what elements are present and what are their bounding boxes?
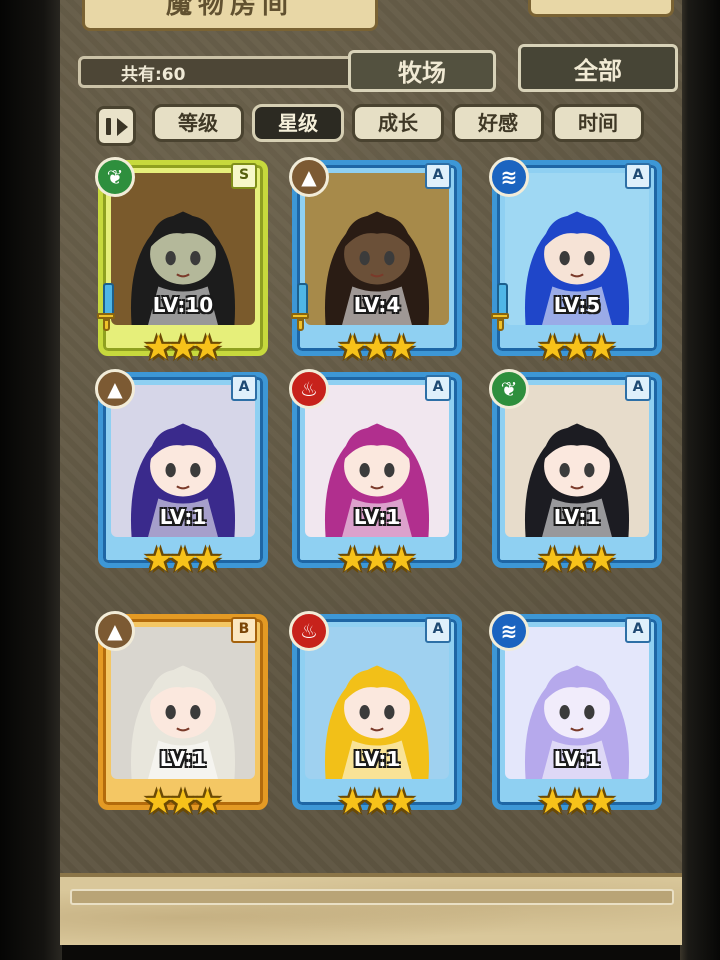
rank-badge: A [625,617,651,643]
star-icon: ★ [192,782,223,822]
flame-icon: ♨ [289,369,329,409]
tab-ranch[interactable]: 牧场 [348,50,496,92]
monster-card[interactable]: A ≋ LV:1 ★★★ [489,611,662,819]
star-rating: ★★★ [297,331,457,365]
monster-room-screen: 魔物房间 共有:60 牧场 全部 等级 星级 成长 好感 时间 S ❦ LV:10 ★… [60,0,682,945]
bottom-frame [60,873,682,945]
level-label: LV:1 [159,505,207,529]
monster-card[interactable]: A ❦ LV:1 ★★★ [489,369,662,577]
monster-count: 共有:60 [78,56,368,88]
flame-icon: ♨ [289,611,329,651]
star-rating: ★★★ [103,331,263,365]
wave-icon: ≋ [489,157,529,197]
level-label: LV:5 [553,293,601,317]
rank-badge: A [425,375,451,401]
top-right-banner [528,0,674,17]
star-icon: ★ [586,540,617,580]
star-rating: ★★★ [297,785,457,819]
level-label: LV:1 [553,505,601,529]
star-icon: ★ [586,782,617,822]
level-label: LV:1 [553,747,601,771]
monster-card[interactable]: A ▲ LV:1 ★★★ [95,369,268,577]
sort-star-button[interactable]: 星级 [252,104,344,142]
mountain-icon: ▲ [95,611,135,651]
star-icon: ★ [192,540,223,580]
page-title: 魔物房间 [82,0,378,31]
device-bezel-left [0,0,62,960]
star-rating: ★★★ [497,785,657,819]
mountain-icon: ▲ [95,369,135,409]
tab-all[interactable]: 全部 [518,44,678,92]
sort-bar: 等级 星级 成长 好感 时间 [94,98,679,150]
rank-badge: S [231,163,257,189]
sort-affection-button[interactable]: 好感 [452,104,544,142]
level-label: LV:4 [353,293,401,317]
header-row: 共有:60 牧场 全部 [78,44,678,98]
wave-icon: ≋ [489,611,529,651]
monster-card[interactable]: A ♨ LV:1 ★★★ [289,369,462,577]
star-rating: ★★★ [103,543,263,577]
monster-card[interactable]: A ▲ LV:4 ★★★ [289,157,462,365]
rank-badge: A [425,163,451,189]
star-rating: ★★★ [497,543,657,577]
level-label: LV:1 [353,747,401,771]
level-label: LV:10 [152,293,214,317]
rank-badge: A [625,163,651,189]
bottom-rail [70,889,674,905]
rank-badge: A [425,617,451,643]
rank-badge: A [231,375,257,401]
level-label: LV:1 [353,505,401,529]
star-icon: ★ [386,328,417,368]
leaf-icon: ❦ [489,369,529,409]
star-icon: ★ [386,540,417,580]
sort-growth-button[interactable]: 成长 [352,104,444,142]
device-bezel-right [680,0,720,960]
star-icon: ★ [586,328,617,368]
monster-card[interactable]: A ♨ LV:1 ★★★ [289,611,462,819]
sort-level-button[interactable]: 等级 [152,104,244,142]
level-label: LV:1 [159,747,207,771]
star-icon: ★ [192,328,223,368]
star-icon: ★ [386,782,417,822]
pause-icon [106,118,111,135]
rank-badge: A [625,375,651,401]
monster-card[interactable]: A ≋ LV:5 ★★★ [489,157,662,365]
play-icon [117,118,128,136]
star-rating: ★★★ [297,543,457,577]
star-rating: ★★★ [103,785,263,819]
mountain-icon: ▲ [289,157,329,197]
page-title-text: 魔物房间 [165,0,294,20]
sort-time-button[interactable]: 时间 [552,104,644,142]
star-rating: ★★★ [497,331,657,365]
pause-button[interactable] [96,106,136,146]
monster-card[interactable]: S ❦ LV:10 ★★★ [95,157,268,365]
rank-badge: B [231,617,257,643]
leaf-icon: ❦ [95,157,135,197]
monster-card[interactable]: B ▲ LV:1 ★★★ [95,611,268,819]
